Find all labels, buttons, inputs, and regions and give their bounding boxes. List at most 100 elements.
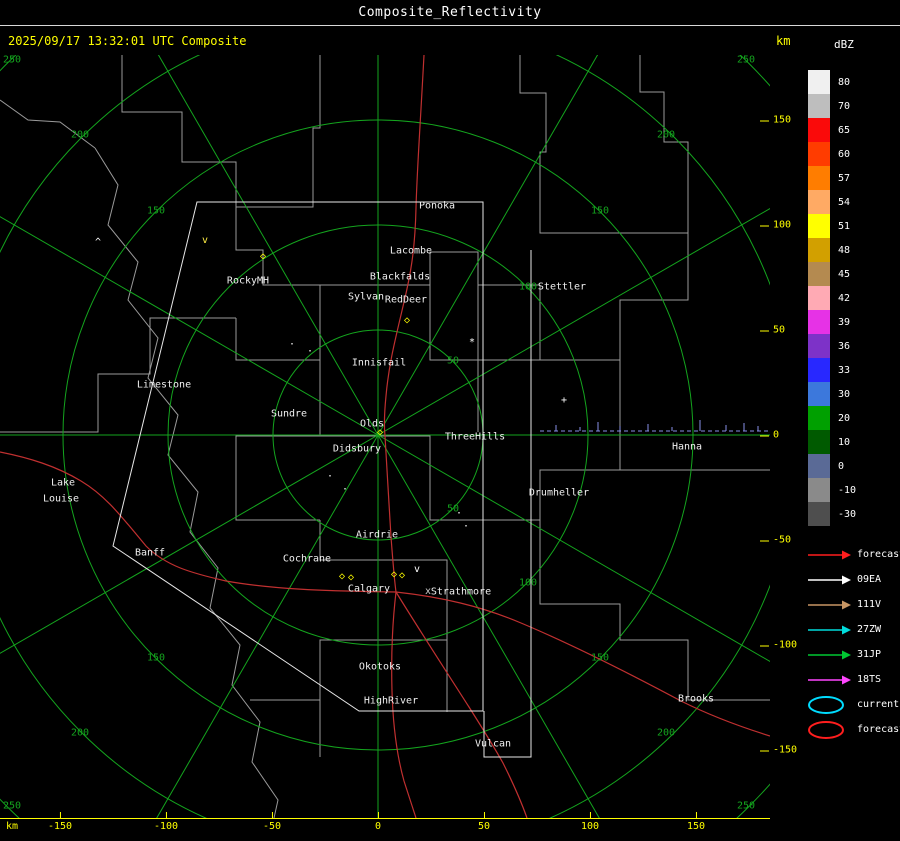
x-tick-value: -150 xyxy=(47,821,73,832)
colorbar-swatch xyxy=(808,190,830,214)
colorbar-swatch xyxy=(808,70,830,94)
y-tick-value: 50 xyxy=(773,324,786,336)
track-arrow-icon xyxy=(808,675,851,684)
colorbar: 80 70 65 60 57 54 51 48 45 42 39 36 33 3… xyxy=(808,70,856,526)
colorbar-value: 80 xyxy=(838,76,851,88)
map-graphics xyxy=(0,55,770,818)
legend-ellipse-row: forecast xyxy=(806,717,900,742)
colorbar-value: 51 xyxy=(838,220,851,232)
colorbar-entry: 39 xyxy=(808,310,856,334)
x-axis-tick-label: -150 xyxy=(47,812,73,832)
y-axis-unit-label: km xyxy=(776,34,791,48)
colorbar-swatch xyxy=(808,238,830,262)
colorbar-value: 33 xyxy=(838,364,851,376)
colorbar-value: 65 xyxy=(838,124,851,136)
x-axis-tick-label: 0 xyxy=(375,812,381,832)
colorbar-entry: 51 xyxy=(808,214,856,238)
colorbar-entry: 57 xyxy=(808,166,856,190)
colorbar-entry: 80 xyxy=(808,70,856,94)
y-axis-tick-label: -50 xyxy=(759,534,792,546)
colorbar-value: -10 xyxy=(838,484,857,496)
legend-arrow-row: forecast xyxy=(806,542,900,567)
colorbar-value: 10 xyxy=(838,436,851,448)
colorbar-value: 57 xyxy=(838,172,851,184)
clutter-echo xyxy=(540,420,768,432)
x-tick-value: 150 xyxy=(686,821,706,832)
colorbar-entry: 10 xyxy=(808,430,856,454)
colorbar-entry: 70 xyxy=(808,94,856,118)
colorbar-entry: 45 xyxy=(808,262,856,286)
colorbar-swatch xyxy=(808,502,830,526)
colorbar-value: 42 xyxy=(838,292,851,304)
legend-label: forecast xyxy=(857,724,900,735)
y-axis-tick-label: 150 xyxy=(759,115,791,126)
x-tick-value: 50 xyxy=(477,821,491,832)
colorbar-swatch xyxy=(808,454,830,478)
y-axis-tick-label: -100 xyxy=(759,640,797,651)
x-tick-value: 100 xyxy=(580,821,600,832)
radar-map[interactable] xyxy=(0,55,770,818)
legend-arrow-row: 18TS xyxy=(806,667,900,692)
colorbar-value: 20 xyxy=(838,412,851,424)
x-tick-value: -50 xyxy=(262,821,282,832)
track-arrow-icon xyxy=(808,550,851,559)
colorbar-value: 0 xyxy=(838,460,845,472)
colorbar-entry: -10 xyxy=(808,478,856,502)
legend-label: current xyxy=(857,699,900,710)
x-axis-tick-label: -100 xyxy=(154,812,178,832)
page-title: Composite_Reflectivity xyxy=(358,5,542,20)
colorbar-swatch xyxy=(808,262,830,286)
legend-label: 18TS xyxy=(857,674,882,685)
legend-arrow-row: 111V xyxy=(806,592,900,617)
legend-ellipse-row: current xyxy=(806,692,900,717)
colorbar-swatch xyxy=(808,118,830,142)
radar-app-window: Composite_Reflectivity 2025/09/17 13:32:… xyxy=(0,0,900,841)
y-axis-tick-label: 50 xyxy=(759,324,786,336)
colorbar-value: 39 xyxy=(838,316,851,328)
legend-label: 09EA xyxy=(857,574,882,585)
storm-ellipse-icon xyxy=(808,695,844,714)
x-axis-tick-label: -50 xyxy=(262,812,282,832)
colorbar-value: 45 xyxy=(838,268,851,280)
y-tick-value: 100 xyxy=(773,219,792,231)
track-arrow-icon xyxy=(808,625,851,634)
colorbar-value: 60 xyxy=(838,148,851,160)
colorbar-entry: 54 xyxy=(808,190,856,214)
storm-ellipse-icon xyxy=(808,720,844,739)
colorbar-swatch xyxy=(808,214,830,238)
colorbar-swatch xyxy=(808,478,830,502)
colorbar-entry: 33 xyxy=(808,358,856,382)
colorbar-entry: 36 xyxy=(808,334,856,358)
colorbar-title: dBZ xyxy=(834,38,854,51)
window-titlebar: Composite_Reflectivity xyxy=(0,0,900,26)
colorbar-entry: 30 xyxy=(808,382,856,406)
colorbar-swatch xyxy=(808,310,830,334)
x-axis-unit-label: km xyxy=(6,821,19,832)
colorbar-swatch xyxy=(808,166,830,190)
track-arrow-icon xyxy=(808,600,851,609)
legend-label: 27ZW xyxy=(857,624,882,635)
colorbar-swatch xyxy=(808,382,830,406)
legend-label: forecast xyxy=(857,549,900,560)
colorbar-swatch xyxy=(808,406,830,430)
colorbar-value: 54 xyxy=(838,196,851,208)
legend-arrow-row: 09EA xyxy=(806,567,900,592)
colorbar-swatch xyxy=(808,334,830,358)
storm-track-legend: forecast 09EA 111V xyxy=(806,542,900,742)
y-tick-value: -50 xyxy=(773,534,792,546)
colorbar-entry: 42 xyxy=(808,286,856,310)
y-axis-tick-label: -150 xyxy=(759,744,798,756)
x-axis-line xyxy=(0,818,770,819)
colorbar-entry: 48 xyxy=(808,238,856,262)
colorbar-value: 48 xyxy=(838,244,851,256)
x-axis-tick-label: 100 xyxy=(580,812,600,832)
y-axis-tick-label: 0 xyxy=(759,430,779,441)
track-arrow-icon xyxy=(808,575,851,584)
legend-arrow-rows: forecast 09EA 111V xyxy=(806,542,900,692)
y-axis-tick-label: 100 xyxy=(759,219,792,231)
legend-label: 111V xyxy=(857,599,882,610)
legend-arrow-row: 31JP xyxy=(806,642,900,667)
colorbar-swatch xyxy=(808,94,830,118)
colorbar-entry: -30 xyxy=(808,502,856,526)
y-tick-value: -150 xyxy=(773,744,798,756)
